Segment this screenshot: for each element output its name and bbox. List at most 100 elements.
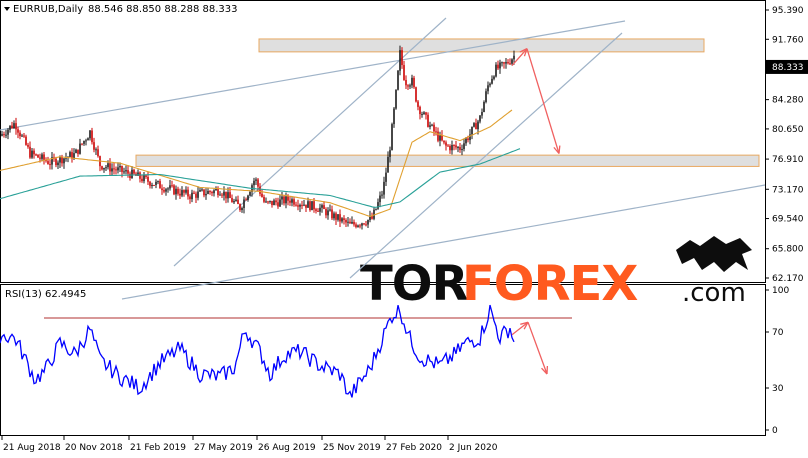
candle-body xyxy=(467,138,469,141)
time-tick-label: 26 Aug 2019 xyxy=(258,443,316,453)
candle-body xyxy=(205,193,207,196)
candle-body xyxy=(501,62,503,64)
candle-body xyxy=(69,152,71,157)
candle-body xyxy=(417,101,419,107)
candle-body xyxy=(377,202,379,209)
candle-body xyxy=(339,214,341,222)
chart-title: EURRUB,Daily xyxy=(13,4,83,15)
candle-body xyxy=(457,147,459,149)
candle-body xyxy=(153,184,155,186)
candle-body xyxy=(1,134,3,136)
candle-body xyxy=(297,205,299,207)
candle-body xyxy=(333,213,335,219)
candle-body xyxy=(19,132,21,137)
candle xyxy=(397,69,399,91)
candle-body xyxy=(61,156,63,164)
rsi-tick-label: 70 xyxy=(772,328,784,338)
candle-body xyxy=(477,121,479,130)
candle-body xyxy=(243,199,245,208)
candle-body xyxy=(9,125,11,130)
price-tick-label: 80.650 xyxy=(772,125,804,135)
candle-body xyxy=(327,210,329,216)
candle-body xyxy=(443,140,445,143)
rsi-title: RSI(13) 62.4945 xyxy=(5,289,86,300)
candle-body xyxy=(475,123,477,130)
price-tick-label: 91.760 xyxy=(772,35,804,45)
candle-body xyxy=(445,142,447,146)
candle-body xyxy=(91,130,93,143)
candle-body xyxy=(419,106,421,115)
candle-body xyxy=(31,150,33,158)
candle-body xyxy=(433,124,435,132)
candle-body xyxy=(211,192,213,194)
candle-body xyxy=(279,199,281,207)
candle-body xyxy=(233,200,235,203)
candle-body xyxy=(273,200,275,206)
candle-body xyxy=(95,149,97,151)
candle-body xyxy=(63,158,65,164)
candle-body xyxy=(85,140,87,142)
candle-body xyxy=(481,111,483,116)
candle-body xyxy=(311,201,313,211)
candle-body xyxy=(451,144,453,151)
candle-body xyxy=(405,79,407,86)
candle-body xyxy=(49,164,51,166)
candle-body xyxy=(141,178,143,182)
candle-body xyxy=(257,179,259,187)
candle-body xyxy=(77,149,79,154)
candle-body xyxy=(83,140,85,144)
candle-body xyxy=(183,190,185,193)
candle-body xyxy=(109,163,111,172)
candle-body xyxy=(235,199,237,201)
candle-body xyxy=(351,221,353,224)
candle-body xyxy=(187,189,189,197)
candle-body xyxy=(33,150,35,155)
candle-body xyxy=(215,189,217,191)
candle-body xyxy=(391,124,393,151)
candle-body xyxy=(143,175,145,182)
candle-body xyxy=(357,225,359,227)
candle-body xyxy=(237,199,239,205)
candle-body xyxy=(227,192,229,199)
candle xyxy=(395,89,397,110)
candle-body xyxy=(163,190,165,192)
candle-body xyxy=(485,91,487,103)
candle-body xyxy=(13,123,15,129)
candle-body xyxy=(97,149,99,157)
candle-body xyxy=(5,134,7,136)
candle-body xyxy=(355,224,357,227)
candle-body xyxy=(263,196,265,202)
candle-body xyxy=(383,181,385,195)
candle-body xyxy=(29,146,31,158)
candle-body xyxy=(389,150,391,157)
candle-body xyxy=(381,194,383,196)
candle-body xyxy=(23,135,25,137)
candle-body xyxy=(133,169,135,174)
candle-body xyxy=(349,221,351,224)
candle-body xyxy=(25,136,27,145)
candle-body xyxy=(315,209,317,211)
candle-body xyxy=(345,219,347,223)
candle-body xyxy=(39,157,41,159)
candle-body xyxy=(421,114,423,116)
candle-body xyxy=(17,129,19,133)
candle-body xyxy=(395,89,397,109)
candle-body xyxy=(471,126,473,135)
time-tick-label: 25 Nov 2019 xyxy=(323,443,381,453)
candle-body xyxy=(43,154,45,160)
time-tick-label: 2 Jun 2020 xyxy=(449,443,498,453)
candle-body xyxy=(441,135,443,141)
candle-body xyxy=(411,77,413,86)
candle-body xyxy=(149,181,151,186)
candle-body xyxy=(397,70,399,90)
candle-body xyxy=(379,195,381,203)
candle-body xyxy=(171,185,173,187)
time-tick-label: 27 May 2019 xyxy=(194,443,253,453)
candle-body xyxy=(495,64,497,77)
candle-body xyxy=(295,204,297,206)
candle-body xyxy=(127,170,129,174)
candle-body xyxy=(111,168,113,172)
candle-body xyxy=(249,191,251,196)
candle-body xyxy=(75,149,77,154)
candle-body xyxy=(255,179,257,181)
